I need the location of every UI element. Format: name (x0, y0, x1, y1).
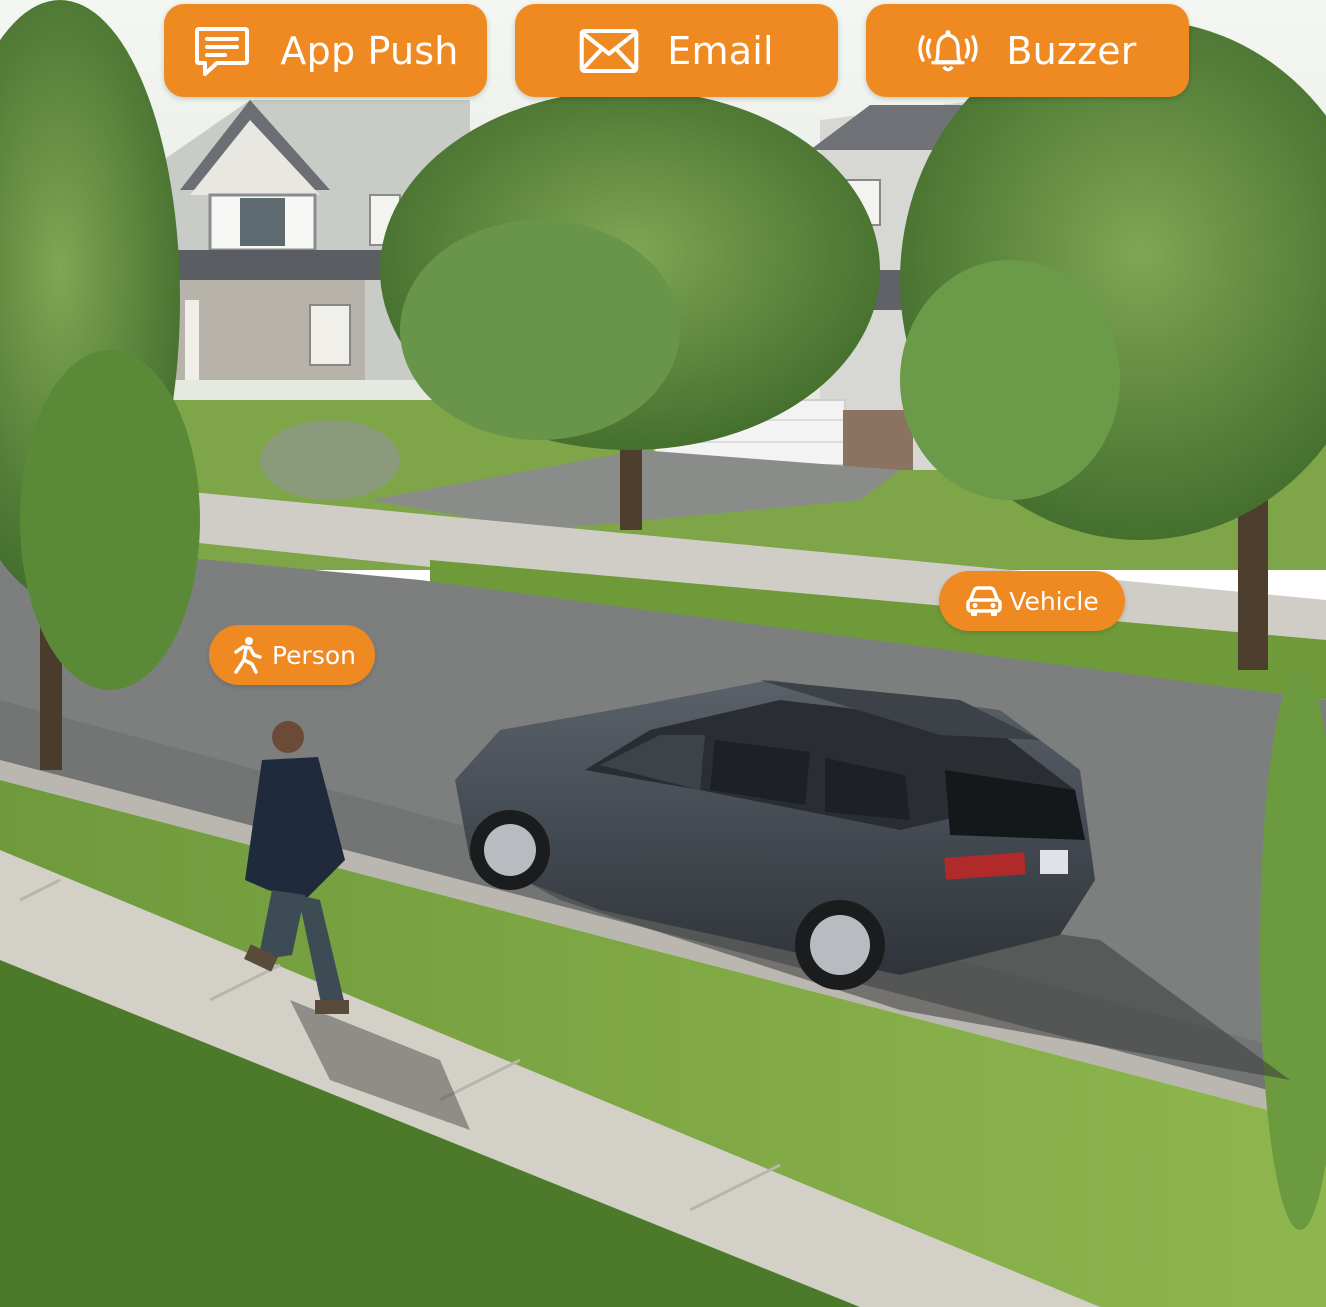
person-label: Person (271, 640, 356, 670)
chat-message-icon (192, 21, 252, 81)
email-label: Email (667, 28, 774, 73)
envelope-icon (579, 21, 639, 81)
buzzer-button[interactable]: Buzzer (866, 4, 1189, 97)
buzzer-label: Buzzer (1006, 28, 1137, 73)
suburban-street-scene (0, 0, 1326, 1307)
person-detection-tag: Person (209, 625, 375, 685)
email-button[interactable]: Email (515, 4, 838, 97)
walking-person-icon (228, 636, 266, 674)
vehicle-label: Vehicle (1009, 586, 1099, 616)
app-push-button[interactable]: App Push (164, 4, 487, 97)
ringing-bell-icon (918, 21, 978, 81)
car-icon (965, 582, 1003, 620)
app-push-label: App Push (280, 28, 459, 73)
vehicle-detection-tag: Vehicle (939, 571, 1125, 631)
